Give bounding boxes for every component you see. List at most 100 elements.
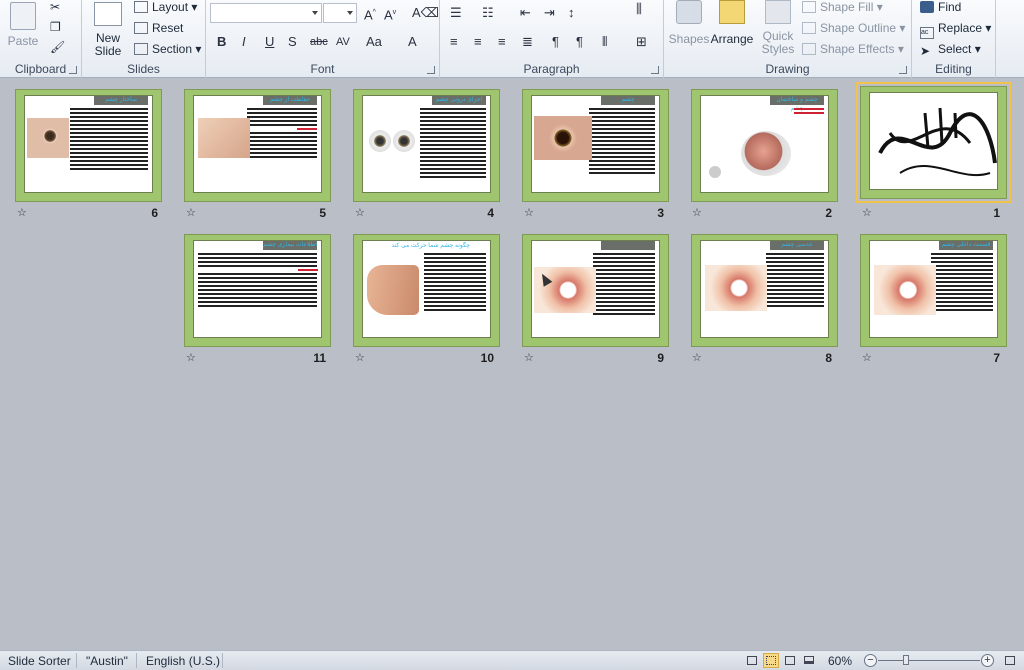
animation-star-icon[interactable]: ☆ <box>862 353 874 364</box>
ltr-icon[interactable]: ¶ <box>552 35 559 49</box>
slide-sorter-view-button[interactable] <box>763 653 779 668</box>
slide-title: حفاظت از چشم <box>263 96 317 105</box>
eye-cross-section-diagram <box>705 265 767 311</box>
slides-label: Slides <box>127 62 160 76</box>
cursor-arrow-icon: ➤ <box>920 44 931 58</box>
font-name-combo[interactable] <box>210 3 322 23</box>
justify-icon[interactable]: ≣ <box>522 35 533 49</box>
slide-thumbnail-3[interactable]: چشم <box>522 89 669 202</box>
zoom-slider-track[interactable] <box>878 660 980 661</box>
font-size-combo[interactable] <box>323 3 357 23</box>
animation-star-icon[interactable]: ☆ <box>186 208 198 219</box>
slide-thumbnail-1[interactable] <box>856 82 1011 203</box>
slide-content: ساختار چشم <box>24 95 153 193</box>
align-right-icon[interactable]: ≡ <box>498 35 506 49</box>
zoom-in-button[interactable]: + <box>981 654 994 667</box>
zoom-slider-handle[interactable] <box>903 655 909 665</box>
change-case-icon[interactable]: Aa <box>366 35 382 49</box>
paragraph-launcher-icon[interactable] <box>651 66 659 74</box>
slide-thumbnail-9[interactable] <box>522 234 669 347</box>
zoom-level[interactable]: 60% <box>828 654 852 668</box>
line-spacing-icon[interactable]: ↕ <box>568 6 575 20</box>
layout-button[interactable]: Layout ▾ <box>134 0 197 14</box>
align-left-icon[interactable]: ≡ <box>450 35 458 49</box>
slide-title: عدسی چشم <box>770 241 824 250</box>
drawing-launcher-icon[interactable] <box>899 66 907 74</box>
strikethrough-icon[interactable]: abc <box>310 35 328 49</box>
shadow-icon[interactable]: S <box>288 35 297 49</box>
animation-star-icon[interactable]: ☆ <box>862 208 874 219</box>
quick-styles-button[interactable]: Quick Styles <box>758 0 798 56</box>
smartart-icon[interactable]: ⊞ <box>636 35 647 49</box>
animation-star-icon[interactable]: ☆ <box>186 353 198 364</box>
character-spacing-icon[interactable]: AV <box>336 35 350 49</box>
language-indicator[interactable]: English (U.S.) <box>146 654 220 668</box>
animation-star-icon[interactable]: ☆ <box>692 208 704 219</box>
select-button[interactable]: ➤ Select ▾ <box>920 42 981 58</box>
slide-show-button[interactable] <box>801 653 817 668</box>
slide-thumbnail-5[interactable]: حفاظت از چشم <box>184 89 331 202</box>
zoom-out-button[interactable]: − <box>864 654 877 667</box>
numbering-icon[interactable]: ☷ <box>482 6 494 20</box>
animation-star-icon[interactable]: ☆ <box>17 208 29 219</box>
slide-thumbnail-6[interactable]: ساختار چشم <box>15 89 162 202</box>
slide-number: 4 <box>487 206 494 220</box>
find-button[interactable]: Find <box>920 0 961 14</box>
reading-view-button[interactable] <box>782 653 798 668</box>
reset-button[interactable]: Reset <box>134 21 183 35</box>
replace-button[interactable]: ac Replace ▾ <box>920 21 991 39</box>
paste-button[interactable]: Paste <box>4 2 42 52</box>
shape-fill-button[interactable]: Shape Fill ▾ <box>802 0 883 14</box>
increase-indent-icon[interactable]: ⇥ <box>544 6 555 20</box>
editing-group: Find ac Replace ▾ ➤ Select ▾ Editing <box>912 0 996 78</box>
italic-icon[interactable]: I <box>242 35 246 49</box>
chevron-down-icon <box>312 11 318 15</box>
cut-icon[interactable]: ✂ <box>50 0 60 14</box>
animation-star-icon[interactable]: ☆ <box>355 208 367 219</box>
rtl-icon[interactable]: ¶ <box>576 35 583 49</box>
slide-sorter-pane[interactable]: 1 ☆ چشم و ساختمان چشم 2 ☆ چشم 3 ☆ اجزای … <box>0 78 1024 650</box>
grow-font-icon[interactable]: A^ <box>364 6 376 22</box>
shapes-button[interactable]: Shapes <box>668 0 710 46</box>
clear-formatting-icon[interactable]: A⌫ <box>412 6 439 20</box>
decrease-indent-icon[interactable]: ⇤ <box>520 6 531 20</box>
shape-effects-button[interactable]: Shape Effects ▾ <box>802 42 904 56</box>
slide-thumbnail-10[interactable]: چگونه چشم شما حرکت می کند <box>353 234 500 347</box>
bullets-icon[interactable]: ☰ <box>450 6 462 20</box>
animation-star-icon[interactable]: ☆ <box>692 353 704 364</box>
font-launcher-icon[interactable] <box>427 66 435 74</box>
normal-view-button[interactable] <box>744 653 760 668</box>
slide-thumbnail-4[interactable]: اجزای درونی چشم <box>353 89 500 202</box>
view-indicator: Slide Sorter <box>8 654 71 668</box>
section-button[interactable]: Section ▾ <box>134 42 201 56</box>
columns-icon[interactable]: ⫴ <box>602 35 607 49</box>
eyeball-icon <box>709 166 721 178</box>
fit-to-window-button[interactable] <box>1002 653 1018 668</box>
clipboard-launcher-icon[interactable] <box>69 66 77 74</box>
shape-outline-button[interactable]: Shape Outline ▾ <box>802 21 905 35</box>
slide-thumbnail-11[interactable]: اطلاعات بیماری چشم <box>184 234 331 347</box>
format-painter-icon[interactable]: 🖌 <box>50 40 65 54</box>
new-slide-button[interactable]: New Slide <box>88 2 128 58</box>
underline-icon[interactable]: U <box>265 35 274 49</box>
slide-thumbnail-7[interactable]: قسمت داخلی چشم <box>860 234 1007 347</box>
slide-number: 9 <box>657 351 664 365</box>
slides-group: New Slide Layout ▾ Reset Section ▾ Slide… <box>82 0 206 78</box>
reset-icon <box>134 22 148 34</box>
theme-name[interactable]: "Austin" <box>86 654 128 668</box>
bold-icon[interactable]: B <box>217 35 226 49</box>
slide-text-block <box>198 253 318 333</box>
arrange-button[interactable]: Arrange <box>710 0 754 46</box>
font-color-icon[interactable]: A <box>408 35 417 49</box>
center-icon[interactable]: ≡ <box>474 35 482 49</box>
animation-star-icon[interactable]: ☆ <box>524 208 536 219</box>
shrink-font-icon[interactable]: Av <box>384 6 396 22</box>
animation-star-icon[interactable]: ☆ <box>524 353 536 364</box>
copy-icon[interactable]: ❐ <box>50 20 61 34</box>
shapes-icon <box>676 0 702 24</box>
text-direction-icon[interactable]: ⫼ <box>636 2 642 16</box>
slide-thumbnail-2[interactable]: چشم و ساختمان چشم <box>691 89 838 202</box>
animation-star-icon[interactable]: ☆ <box>355 353 367 364</box>
slide-thumbnail-8[interactable]: عدسی چشم <box>691 234 838 347</box>
arrange-icon <box>719 0 745 24</box>
